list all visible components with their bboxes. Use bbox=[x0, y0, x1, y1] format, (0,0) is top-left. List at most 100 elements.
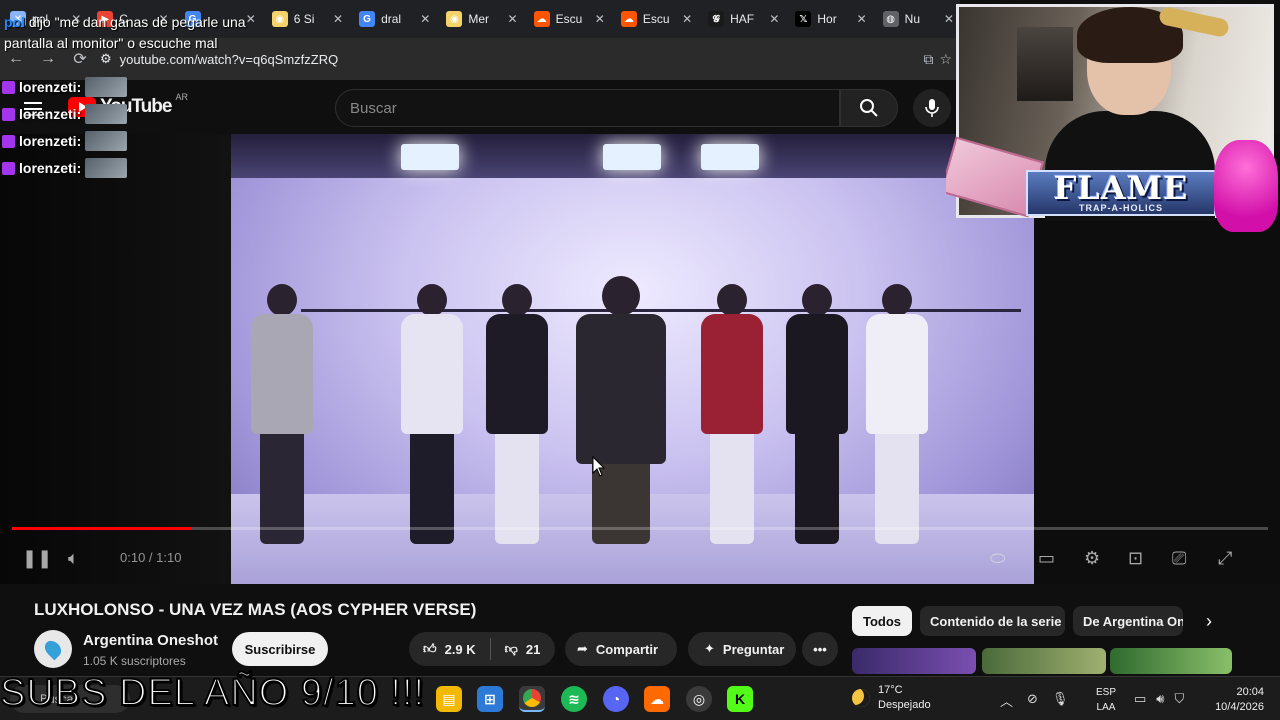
tab-favicon-icon: G bbox=[359, 11, 376, 27]
browser-tab[interactable]: Gdral ✕ bbox=[353, 4, 436, 34]
person-figure bbox=[486, 284, 548, 544]
sub-badge-icon bbox=[2, 161, 15, 175]
clock[interactable]: 20:04 10/4/2026 bbox=[1204, 685, 1264, 715]
chat-line: lorenzeti: bbox=[2, 157, 128, 179]
spotify-icon[interactable]: ≋ bbox=[561, 686, 587, 712]
tab-close-icon[interactable]: ✕ bbox=[595, 12, 605, 26]
subscribe-button[interactable]: Suscribirse bbox=[232, 632, 328, 666]
browser-tab[interactable]: ◉ 6 Si ✕ bbox=[266, 4, 349, 34]
volume-icon[interactable]: 🔈︎ bbox=[68, 548, 79, 569]
language-primary: ESP bbox=[1096, 687, 1117, 698]
autoplay-toggle-icon[interactable]: ⬭ bbox=[990, 548, 1005, 569]
chat-line: lorenzeti: bbox=[2, 130, 128, 152]
weather-description: Despejado bbox=[878, 699, 931, 711]
display-icon[interactable]: ▭ bbox=[1134, 691, 1146, 707]
chat-username: lorenzeti: bbox=[19, 160, 82, 176]
discord-icon[interactable]: ◔ bbox=[603, 686, 629, 712]
thumbs-down-icon: 👎︎ bbox=[504, 641, 518, 656]
miniplayer-icon[interactable]: ⊡ bbox=[1128, 548, 1143, 569]
chat-line: lorenzeti: bbox=[2, 76, 128, 98]
dislike-button[interactable]: 👎︎ 21 bbox=[491, 632, 555, 666]
tab-close-icon[interactable]: ✕ bbox=[769, 12, 779, 26]
file-explorer-icon[interactable]: ▤ bbox=[436, 686, 462, 712]
more-actions-button[interactable]: ••• bbox=[802, 632, 838, 666]
tab-label: Hor bbox=[817, 12, 837, 26]
network-off-icon[interactable]: ⊘ bbox=[1027, 691, 1038, 710]
weather-widget[interactable]: 17°C Despejado bbox=[852, 683, 931, 713]
tab-favicon-icon: 𝓖 bbox=[708, 11, 725, 27]
shield-icon[interactable]: ⛉ bbox=[1175, 691, 1185, 707]
search-input[interactable]: Buscar bbox=[335, 89, 840, 127]
share-arrow-icon: ➦ bbox=[577, 641, 588, 656]
recommended-thumbnail[interactable] bbox=[852, 648, 976, 674]
tab-label: Escu bbox=[642, 12, 670, 26]
tab-close-icon[interactable]: ✕ bbox=[508, 12, 518, 26]
install-app-icon[interactable]: ⧉ bbox=[923, 51, 933, 68]
clock-date: 10/4/2026 bbox=[1215, 701, 1264, 713]
video-frame[interactable] bbox=[231, 134, 1034, 584]
banner-title: FLAME bbox=[1053, 169, 1189, 207]
ask-label: Preguntar bbox=[722, 641, 785, 657]
obs-icon[interactable]: ◎ bbox=[686, 686, 712, 712]
share-button[interactable]: ➦ Compartir bbox=[565, 632, 677, 666]
person-figure bbox=[786, 284, 848, 544]
sub-badge-icon bbox=[2, 134, 15, 148]
soundcloud-icon[interactable]: ☁ bbox=[644, 686, 670, 712]
browser-tab[interactable]: ☁ Escu ✕ bbox=[528, 4, 611, 34]
ask-button[interactable]: ✦ Preguntar bbox=[688, 632, 796, 666]
flame-banner: FLAME TRAP-A-HOLICS bbox=[1026, 170, 1216, 216]
tab-favicon-icon: 𝕏 bbox=[795, 11, 812, 27]
tab-favicon-icon: ◉ bbox=[446, 11, 463, 27]
speaker-icon[interactable]: 🔊︎ bbox=[1156, 691, 1164, 707]
settings-gear-icon[interactable]: ⚙ bbox=[1084, 548, 1100, 569]
microphone-icon[interactable]: 🎙︎ bbox=[1052, 691, 1069, 710]
chat-emote-icon bbox=[85, 104, 128, 124]
thumbs-up-icon: 👍︎ bbox=[423, 641, 437, 656]
browser-tab[interactable]: ◉ Mer ✕ bbox=[440, 4, 523, 34]
channel-avatar[interactable] bbox=[34, 630, 72, 668]
tab-close-icon[interactable]: ✕ bbox=[333, 12, 343, 26]
tab-close-icon[interactable]: ✕ bbox=[857, 12, 867, 26]
search-button[interactable] bbox=[840, 89, 898, 127]
like-button[interactable]: 👍︎ 2.9 K bbox=[409, 632, 490, 666]
person-figure bbox=[701, 284, 763, 544]
video-title: LUXHOLONSO - UNA VEZ MAS (AOS CYPHER VER… bbox=[34, 600, 477, 619]
chat-text: dijo "me dan ganas de pegarle una pantal… bbox=[4, 14, 246, 51]
fullscreen-icon[interactable]: ⤢ bbox=[1218, 548, 1232, 569]
chip-all[interactable]: Todos bbox=[852, 606, 912, 636]
input-language[interactable]: ESP LAA bbox=[1096, 685, 1116, 715]
progress-bar[interactable] bbox=[12, 527, 1268, 530]
like-dislike-group: 👍︎ 2.9 K 👎︎ 21 bbox=[409, 632, 555, 666]
webcam-overlay: FLAME TRAP-A-HOLICS bbox=[946, 0, 1280, 236]
chevron-right-icon[interactable]: › bbox=[1196, 608, 1222, 634]
tab-favicon-icon: ◉ bbox=[271, 11, 288, 27]
kick-icon[interactable]: K bbox=[727, 686, 753, 712]
chat-username: pol bbox=[4, 14, 25, 30]
tab-favicon-icon: ◍ bbox=[882, 11, 899, 27]
channel-name[interactable]: Argentina Oneshot bbox=[83, 632, 218, 649]
chip-series[interactable]: Contenido de la serie bbox=[920, 606, 1065, 636]
mouse-cursor-icon bbox=[592, 456, 606, 477]
browser-tab[interactable]: 𝓖 HAF ✕ bbox=[702, 4, 785, 34]
subtitles-icon[interactable]: ▭ bbox=[1038, 548, 1055, 569]
tab-close-icon[interactable]: ✕ bbox=[682, 12, 692, 26]
recommended-thumbnail[interactable] bbox=[1110, 648, 1232, 674]
pause-icon[interactable]: ❚❚ bbox=[22, 548, 52, 569]
search-icon bbox=[860, 99, 878, 117]
cast-icon[interactable]: ⎚ bbox=[1172, 548, 1186, 569]
chat-line: lorenzeti: bbox=[2, 103, 128, 125]
chrome-icon[interactable] bbox=[519, 686, 545, 712]
tab-label: Nu bbox=[904, 12, 920, 26]
tab-label: HAF bbox=[730, 12, 755, 26]
tab-favicon-icon: ☁ bbox=[620, 11, 637, 27]
microsoft-store-icon[interactable]: ⊞ bbox=[477, 686, 503, 712]
recommended-thumbnail[interactable] bbox=[982, 648, 1106, 674]
chip-channel[interactable]: De Argentina On bbox=[1073, 606, 1183, 636]
chat-username: lorenzeti: bbox=[19, 133, 82, 149]
studio-light bbox=[603, 144, 661, 170]
browser-tab[interactable]: 𝕏 Hor ✕ bbox=[789, 4, 872, 34]
tab-close-icon[interactable]: ✕ bbox=[420, 12, 430, 26]
browser-tab[interactable]: ☁ Escu ✕ bbox=[615, 4, 698, 34]
wall-poster bbox=[1017, 27, 1073, 101]
chevron-up-icon[interactable]: ︿ bbox=[1000, 691, 1013, 710]
